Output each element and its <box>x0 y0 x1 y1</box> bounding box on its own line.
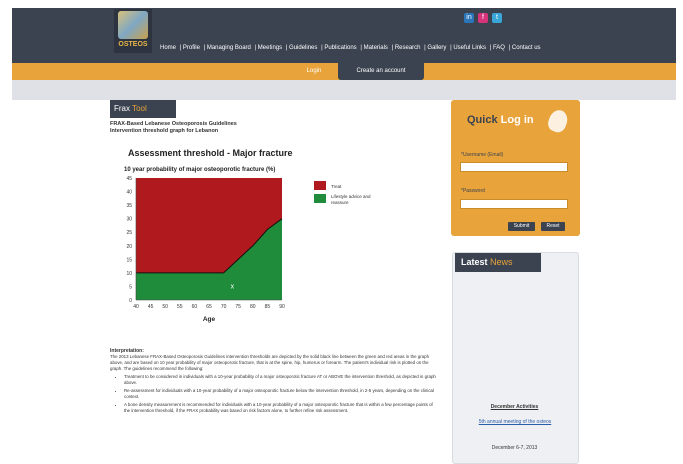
legend-label-lifestyle-cont: reassure <box>331 200 349 205</box>
create-account-button[interactable]: Create an account <box>338 63 424 80</box>
nav-materials[interactable]: Materials <box>364 45 388 51</box>
y-tick-label: 20 <box>126 244 132 250</box>
news-item-title[interactable]: December Activities <box>452 404 577 410</box>
x-tick-label: 50 <box>162 304 168 310</box>
interpretation-intro: The 2013 Lebanese FRAX-Based Osteoporosi… <box>110 354 430 371</box>
twitter-icon[interactable]: t <box>492 13 502 23</box>
username-input[interactable] <box>460 162 568 172</box>
nav-contact[interactable]: Contact us <box>512 45 541 51</box>
x-tick-label: 55 <box>177 304 183 310</box>
main-nav: Home | Profile | Managing Board | Meetin… <box>160 45 541 51</box>
logo-text: OSTEOS <box>118 41 148 48</box>
password-input[interactable] <box>460 199 568 209</box>
x-tick-label: 65 <box>206 304 212 310</box>
nav-meetings[interactable]: Meetings <box>258 45 282 51</box>
x-tick-label: 40 <box>133 304 139 310</box>
nav-publications[interactable]: Publications <box>324 45 356 51</box>
interpretation-list: Treatment to be considered in individual… <box>110 374 440 414</box>
linkedin-icon[interactable]: in <box>464 13 474 23</box>
legend-swatch-treat <box>314 181 326 190</box>
interpretation-bullet: Re-assessment for individuals with a 10-… <box>124 388 440 400</box>
latest-news-accent: News <box>490 257 513 267</box>
interpretation-section: Interpretation: The 2013 Lebanese FRAX-B… <box>110 348 440 416</box>
frax-subtitle-line2: Intervention threshold graph for Lebanon <box>110 128 219 134</box>
y-tick-label: 40 <box>126 190 132 196</box>
flickr-icon[interactable]: f <box>478 13 488 23</box>
frax-tab-title: Frax <box>114 104 130 113</box>
latest-news-panel <box>452 252 579 464</box>
x-tick-label: 60 <box>192 304 198 310</box>
y-tick-label: 0 <box>129 298 132 304</box>
y-tick-label: 35 <box>126 203 132 209</box>
legend-label-lifestyle: Lifestyle advice and <box>331 194 371 199</box>
patient-marker: x <box>231 283 235 290</box>
y-tick-label: 45 <box>126 176 132 182</box>
y-tick-label: 25 <box>126 230 132 236</box>
y-tick-label: 15 <box>126 257 132 263</box>
nav-useful-links[interactable]: Useful Links <box>453 45 486 51</box>
latest-news-tab: Latest News <box>455 253 541 272</box>
y-tick-label: 5 <box>129 284 132 290</box>
username-label: *Username (Email) <box>461 152 504 158</box>
quick-login-title-accent: Log in <box>500 114 534 126</box>
login-button[interactable]: Login <box>294 64 334 79</box>
legend-swatch-lifestyle <box>314 194 326 203</box>
interpretation-bullet: Treatment to be considered in individual… <box>124 374 440 386</box>
x-tick-label: 75 <box>235 304 241 310</box>
y-tick-label: 10 <box>126 271 132 277</box>
chart-title: Assessment threshold - Major fracture <box>128 148 293 158</box>
frax-tab-accent: Tool <box>132 104 147 113</box>
site-header <box>12 8 676 63</box>
x-tick-label: 45 <box>148 304 154 310</box>
frax-subtitle-line1: FRAX-Based Lebanese Osteoporosis Guideli… <box>110 121 237 127</box>
password-label: *Password <box>461 188 485 194</box>
quick-login-title: Quick Log in <box>467 114 534 126</box>
x-tick-label: 85 <box>265 304 271 310</box>
threshold-chart: Assessment threshold - Major fracture 10 … <box>124 148 371 323</box>
logo-mark <box>118 11 148 39</box>
latest-news-title: Latest <box>461 257 488 267</box>
nav-research[interactable]: Research <box>395 45 421 51</box>
nav-home[interactable]: Home <box>160 45 176 51</box>
nav-faq[interactable]: FAQ <box>493 45 505 51</box>
interpretation-bullet: A bone density measurement is recommende… <box>124 402 440 414</box>
news-item-date: December 6-7, 2013 <box>491 445 538 451</box>
nav-gallery[interactable]: Gallery <box>427 45 446 51</box>
quick-login-panel: Quick Log in *Username (Email) *Password… <box>451 100 580 236</box>
legend-label-treat: Treat <box>331 184 342 189</box>
y-tick-label: 30 <box>126 217 132 223</box>
key-icon <box>545 107 571 135</box>
quick-login-title-main: Quick <box>467 114 498 126</box>
frax-subtitle: FRAX-Based Lebanese Osteoporosis Guideli… <box>110 121 237 135</box>
x-tick-label: 70 <box>221 304 227 310</box>
nav-guidelines[interactable]: Guidelines <box>289 45 317 51</box>
chart-xlabel: Age <box>203 316 216 323</box>
reset-button[interactable]: Reset <box>541 222 565 231</box>
x-tick-label: 90 <box>279 304 285 310</box>
nav-profile[interactable]: Profile <box>183 45 200 51</box>
nav-managing-board[interactable]: Managing Board <box>207 45 251 51</box>
frax-tool-tab: Frax Tool <box>110 100 176 118</box>
x-tick-label: 80 <box>250 304 256 310</box>
chart-ylabel: 10 year probability of major osteoporoti… <box>124 167 275 173</box>
submit-button[interactable]: Submit <box>508 222 535 231</box>
site-logo[interactable]: OSTEOS <box>114 9 152 53</box>
news-item-link[interactable]: 5th annual meeting of the osteos <box>470 419 560 425</box>
